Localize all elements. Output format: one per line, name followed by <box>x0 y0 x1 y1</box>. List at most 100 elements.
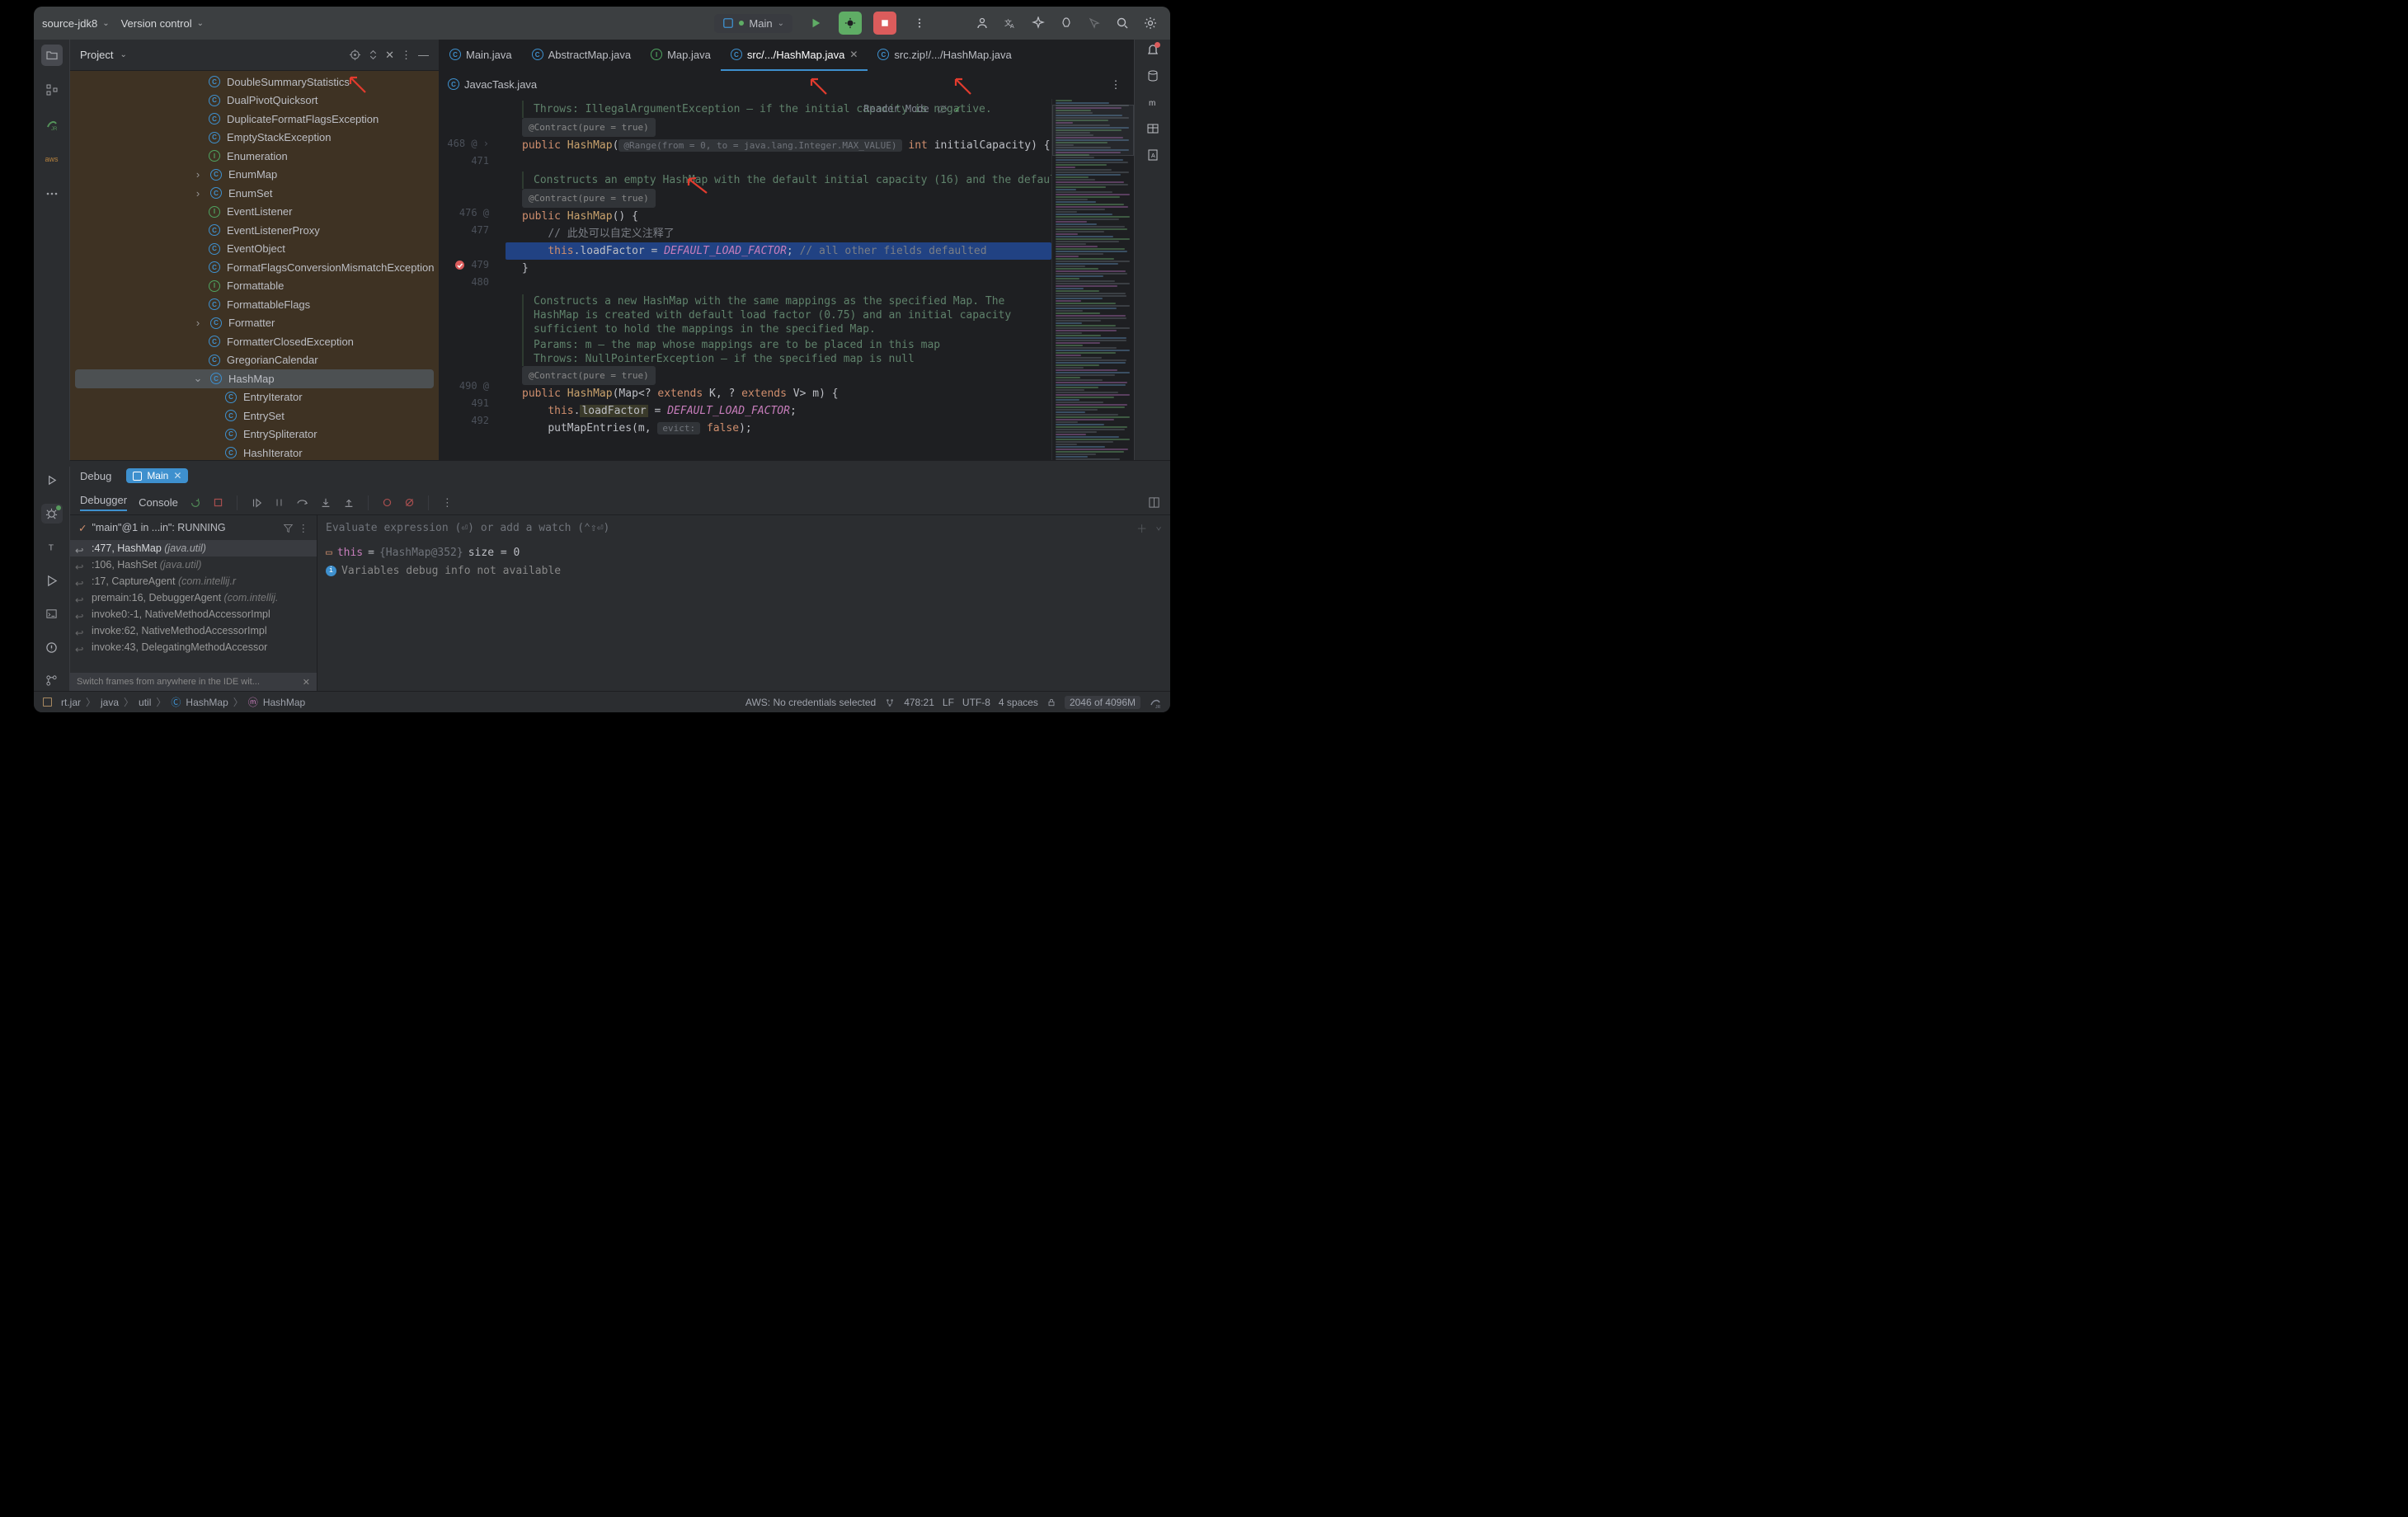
close-icon[interactable]: ✕ <box>849 49 858 60</box>
editor-tab[interactable]: Csrc/.../HashMap.java✕ <box>721 40 868 71</box>
stack-frame[interactable]: ↩:17, CaptureAgent (com.intellij.r <box>70 573 317 589</box>
line-ending[interactable]: LF <box>943 697 954 708</box>
vars-menu-button[interactable]: ⌄ <box>1155 520 1162 536</box>
git-tool-button[interactable] <box>41 670 63 691</box>
readonly-icon[interactable] <box>1046 697 1056 707</box>
editor-tab[interactable]: Csrc.zip!/.../HashMap.java <box>868 40 1021 71</box>
indent[interactable]: 4 spaces <box>999 697 1038 708</box>
variable-row[interactable]: ▭ this = {HashMap@352} size = 0 <box>326 543 1162 561</box>
more-tool-button[interactable] <box>41 183 63 204</box>
database-tool-button[interactable] <box>1146 69 1159 82</box>
tree-item[interactable]: CDoubleSummaryStatistics <box>70 73 439 92</box>
tree-item[interactable]: CFormattableFlags <box>70 295 439 314</box>
close-panel-button[interactable]: ✕ <box>385 49 394 62</box>
text-tool-button[interactable]: T <box>41 537 63 557</box>
tree-item[interactable]: CEntrySpliterator <box>70 425 439 444</box>
thread-label[interactable]: "main"@1 in ...in": RUNNING <box>92 522 225 533</box>
settings-button[interactable] <box>1139 12 1162 35</box>
tree-item[interactable]: CDuplicateFormatFlagsException <box>70 110 439 129</box>
chevron-down-icon[interactable]: ⌄ <box>120 50 126 59</box>
play-tool-button[interactable] <box>41 571 63 591</box>
panel-options-button[interactable]: ⋮ <box>401 49 412 62</box>
tree-item[interactable]: CFormatterClosedException <box>70 332 439 351</box>
git-status-icon[interactable] <box>884 697 896 708</box>
view-breakpoints-button[interactable] <box>382 497 393 508</box>
more-run-actions[interactable] <box>908 12 931 35</box>
tree-item[interactable]: ›CEnumSet <box>70 184 439 203</box>
stack-frame[interactable]: ↩invoke:62, NativeMethodAccessorImpl <box>70 622 317 639</box>
ai-assistant-button[interactable] <box>1027 12 1050 35</box>
jrebel-status-icon[interactable]: JR <box>1149 696 1162 709</box>
tree-item[interactable]: ⌄CHashMap <box>75 369 434 388</box>
editor-code[interactable]: Reader Mode ✓ Throws: IllegalArgumentExc… <box>506 99 1051 460</box>
structure-tool-button[interactable] <box>41 79 63 101</box>
table-tool-button[interactable] <box>1146 122 1159 135</box>
console-subtab[interactable]: Console <box>139 496 178 509</box>
tree-item[interactable]: CGregorianCalendar <box>70 351 439 370</box>
stack-frame[interactable]: ↩:106, HashSet (java.util) <box>70 557 317 573</box>
navigation-button[interactable] <box>1083 12 1106 35</box>
tree-item[interactable]: CEntryIterator <box>70 388 439 407</box>
select-opened-file-button[interactable] <box>349 49 361 61</box>
editor-tab-secondary[interactable]: C JavacTask.java <box>448 69 547 101</box>
hide-panel-button[interactable]: — <box>418 49 429 61</box>
add-watch-button[interactable]: ＋ <box>1136 520 1147 536</box>
tree-item[interactable]: CDualPivotQuicksort <box>70 92 439 110</box>
mute-breakpoints-button[interactable] <box>404 497 415 508</box>
search-everywhere-button[interactable] <box>1111 12 1134 35</box>
tree-item[interactable]: CFormatFlagsConversionMismatchException <box>70 258 439 277</box>
reader-mode-toggle[interactable]: Reader Mode ✓ <box>863 101 961 118</box>
bookmarks-tool-button[interactable]: A <box>1146 148 1159 162</box>
breadcrumb[interactable]: rt.jar〉 java〉 util〉 ⒸHashMap〉 ⓜHashMap <box>61 695 305 709</box>
resume-button[interactable] <box>251 497 262 509</box>
project-tree[interactable]: CDoubleSummaryStatisticsCDualPivotQuicks… <box>70 71 439 460</box>
project-tool-button[interactable] <box>41 45 63 66</box>
project-selector[interactable]: source-jdk8 ⌄ <box>42 17 110 30</box>
code-with-me-button[interactable] <box>971 12 994 35</box>
step-out-button[interactable] <box>343 497 355 509</box>
tree-item[interactable]: CEntrySet <box>70 406 439 425</box>
debugger-subtab[interactable]: Debugger <box>80 494 127 511</box>
run-tool-button[interactable] <box>41 470 63 491</box>
pause-button[interactable] <box>274 497 285 508</box>
tree-item[interactable]: IEnumeration <box>70 147 439 166</box>
stack-frame[interactable]: ↩premain:16, DebuggerAgent (com.intellij… <box>70 589 317 606</box>
more-debug-actions[interactable]: ⋮ <box>442 496 453 510</box>
tree-item[interactable]: CEmptyStackException <box>70 129 439 148</box>
more-frames-button[interactable]: ⋮ <box>299 522 309 534</box>
editor-tab[interactable]: CMain.java <box>440 40 522 71</box>
tree-item[interactable]: IEventListener <box>70 203 439 222</box>
stack-frame[interactable]: ↩:477, HashMap (java.util) <box>70 540 317 557</box>
maven-tool-button[interactable]: m <box>1146 96 1159 109</box>
aws-status[interactable]: AWS: No credentials selected <box>745 697 876 708</box>
updates-button[interactable] <box>1055 12 1078 35</box>
step-over-button[interactable] <box>296 496 308 509</box>
tree-item[interactable]: CEventListenerProxy <box>70 221 439 240</box>
debug-session-tab[interactable]: Main ✕ <box>126 468 188 483</box>
run-button[interactable] <box>804 12 827 35</box>
aws-tool-button[interactable]: aws <box>41 148 63 170</box>
filter-button[interactable] <box>283 523 294 533</box>
stack-frame[interactable]: ↩invoke:43, DelegatingMethodAccessor <box>70 639 317 655</box>
editor-tab[interactable]: CAbstractMap.java <box>522 40 641 71</box>
editor-tab[interactable]: IMap.java <box>641 40 721 71</box>
expand-collapse-button[interactable] <box>368 49 379 60</box>
close-icon[interactable]: ✕ <box>173 470 181 481</box>
problems-tool-button[interactable] <box>41 637 63 658</box>
memory-indicator[interactable]: 2046 of 4096M <box>1065 696 1141 709</box>
tree-item[interactable]: IFormattable <box>70 277 439 296</box>
tree-item[interactable]: CEventObject <box>70 240 439 259</box>
debug-tool-button[interactable] <box>41 504 63 524</box>
debug-tab[interactable]: Debug <box>80 470 111 482</box>
terminal-tool-button[interactable] <box>41 604 63 624</box>
minimap[interactable]: /*no-op*/ <box>1051 99 1134 460</box>
stop-button[interactable] <box>873 12 896 35</box>
stack-frame[interactable]: ↩invoke0:-1, NativeMethodAccessorImpl <box>70 606 317 622</box>
close-hint-button[interactable]: ✕ <box>303 677 310 688</box>
run-config-selector[interactable]: Main ⌄ <box>714 14 792 33</box>
tab-list-button[interactable]: ⋮ <box>1104 73 1127 96</box>
stop-button[interactable] <box>213 497 223 508</box>
tree-item[interactable]: ›CEnumMap <box>70 166 439 185</box>
step-into-button[interactable] <box>320 497 332 509</box>
rerun-button[interactable] <box>190 497 201 509</box>
